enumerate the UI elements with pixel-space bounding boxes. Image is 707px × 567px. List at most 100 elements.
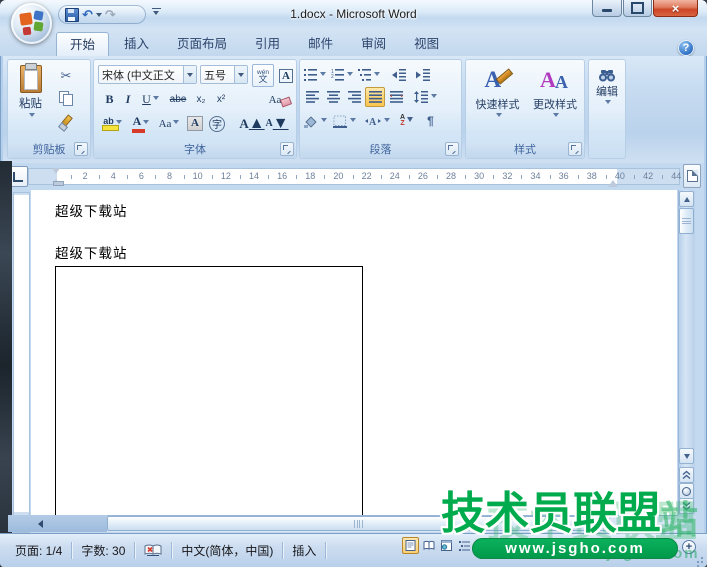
font-size-value: 五号	[201, 67, 234, 83]
tab-insert[interactable]: 插入	[111, 32, 162, 56]
cut-button[interactable]: ✂	[54, 66, 78, 86]
font-size-combobox[interactable]: 五号	[200, 65, 248, 84]
h-ruler[interactable]: 2468101214161820222426283032343638404244	[28, 168, 680, 185]
minimize-button[interactable]	[592, 0, 622, 17]
format-painter-button[interactable]	[54, 112, 78, 132]
chevron-down-icon[interactable]	[183, 66, 196, 83]
ruler-toggle-icon	[687, 170, 698, 182]
office-button[interactable]	[11, 3, 52, 44]
underline-button[interactable]: U	[137, 89, 164, 110]
tab-mailings[interactable]: 邮件	[295, 32, 346, 56]
text-box-outline[interactable]	[55, 266, 363, 515]
distributed-button[interactable]	[386, 87, 406, 107]
svg-text:2: 2	[331, 74, 334, 80]
tab-references[interactable]: 引用	[242, 32, 293, 56]
ruler-toggle-button[interactable]	[683, 164, 701, 188]
styles-dialog-launcher[interactable]	[568, 142, 582, 156]
multilevel-list-icon	[358, 69, 371, 81]
change-case-button[interactable]: Aa	[155, 112, 183, 135]
help-button[interactable]: ?	[678, 40, 694, 56]
character-border-button[interactable]: A	[275, 64, 297, 87]
subscript-button[interactable]: x₂	[191, 89, 211, 110]
vertical-scroll-thumb[interactable]	[679, 208, 694, 234]
ribbon-tabs: 开始 插入 页面布局 引用 邮件 审阅 视图	[56, 32, 454, 56]
down-arrow-icon	[684, 454, 690, 462]
close-button[interactable]: ×	[653, 0, 698, 17]
align-center-button[interactable]	[323, 87, 343, 107]
enclose-characters-button[interactable]: 字	[206, 112, 228, 135]
multilevel-list-button[interactable]	[356, 65, 381, 85]
editing-group: 编辑	[588, 59, 626, 159]
minimize-icon	[602, 9, 612, 12]
page-indicator[interactable]: 页面: 1/4	[6, 542, 71, 559]
superscript-button[interactable]: x²	[211, 89, 231, 110]
phonetic-guide-button[interactable]: wén 文	[252, 64, 274, 87]
tab-view[interactable]: 视图	[401, 32, 452, 56]
asian-layout-button[interactable]: A	[363, 111, 391, 131]
full-screen-reading-view-button[interactable]	[420, 537, 437, 554]
quick-styles-icon: A	[483, 67, 513, 95]
numbering-button[interactable]: 12	[329, 65, 354, 85]
align-left-button[interactable]	[302, 87, 322, 107]
clear-formatting-button[interactable]: Aa	[258, 89, 292, 110]
document-page[interactable]: 超级下载站 超级下载站	[31, 190, 677, 515]
character-shading-button[interactable]: A	[184, 112, 206, 135]
watermark-title: 技术员联盟	[441, 477, 661, 541]
paragraph-dialog-launcher[interactable]	[445, 142, 459, 156]
font-color-button[interactable]: A	[127, 112, 155, 135]
border-button[interactable]	[331, 111, 358, 131]
restore-button[interactable]	[623, 0, 652, 17]
line-spacing-button[interactable]	[412, 87, 439, 107]
insert-mode-indicator[interactable]: 插入	[283, 542, 325, 559]
tab-review[interactable]: 审阅	[348, 32, 399, 56]
show-marks-button[interactable]: ¶	[420, 111, 441, 131]
bullets-button[interactable]	[302, 65, 327, 85]
scroll-left-button[interactable]	[8, 515, 107, 532]
paragraph-group-label: 段落	[300, 142, 461, 158]
h-ruler-tick: 20	[333, 171, 343, 181]
tab-page-layout[interactable]: 页面布局	[164, 32, 240, 56]
align-right-button[interactable]	[344, 87, 364, 107]
italic-button[interactable]: I	[119, 89, 137, 110]
svg-text:A: A	[369, 117, 377, 127]
clipboard-group: 粘贴 ✂ 剪贴板	[7, 59, 91, 159]
chevron-down-icon	[143, 120, 149, 127]
change-styles-button[interactable]: AA 更改样式	[528, 63, 582, 141]
left-indent-marker[interactable]	[53, 181, 64, 186]
v-ruler[interactable]	[13, 192, 30, 533]
h-ruler-tick: 14	[249, 171, 259, 181]
proofing-status[interactable]	[135, 543, 171, 557]
print-layout-view-button[interactable]	[402, 537, 419, 554]
grow-font-button[interactable]: A▲	[240, 112, 264, 135]
sort-button[interactable]: AZ	[396, 111, 417, 131]
quick-styles-button[interactable]: A 快速样式	[470, 63, 525, 141]
paste-button[interactable]: 粘贴	[13, 65, 48, 139]
shading-button[interactable]	[302, 111, 329, 131]
strikethrough-button[interactable]: abe	[165, 89, 191, 110]
bold-button[interactable]: B	[100, 89, 119, 110]
copy-button[interactable]	[54, 88, 78, 108]
justify-button[interactable]	[365, 87, 385, 107]
text-highlight-button[interactable]: ab	[98, 112, 127, 135]
language-indicator[interactable]: 中文(简体，中国)	[172, 542, 282, 559]
increase-indent-button[interactable]	[412, 65, 433, 85]
sort-icon: AZ	[400, 115, 405, 128]
decrease-indent-button[interactable]	[388, 65, 409, 85]
font-name-combobox[interactable]: 宋体 (中文正文	[98, 65, 197, 84]
chevron-down-icon[interactable]	[234, 66, 247, 83]
right-indent-marker[interactable]	[608, 175, 618, 187]
scroll-down-button[interactable]	[679, 448, 694, 464]
editing-button[interactable]: 编辑	[590, 63, 624, 141]
tab-home[interactable]: 开始	[56, 32, 109, 56]
font-dialog-launcher[interactable]	[280, 142, 294, 156]
previous-page-button[interactable]	[679, 467, 694, 483]
up-arrow-icon	[684, 194, 690, 202]
chevron-down-icon	[29, 113, 35, 120]
word-count[interactable]: 字数: 30	[72, 542, 134, 559]
vertical-scrollbar[interactable]	[678, 190, 695, 515]
h-ruler-tick: 26	[418, 171, 428, 181]
scroll-up-button[interactable]	[679, 191, 694, 207]
clipboard-dialog-launcher[interactable]	[74, 142, 88, 156]
font-group: 宋体 (中文正文 五号 wén 文 A B I U abe x₂ x² Aa a…	[93, 59, 297, 159]
shrink-font-button[interactable]: A▼	[265, 112, 289, 135]
